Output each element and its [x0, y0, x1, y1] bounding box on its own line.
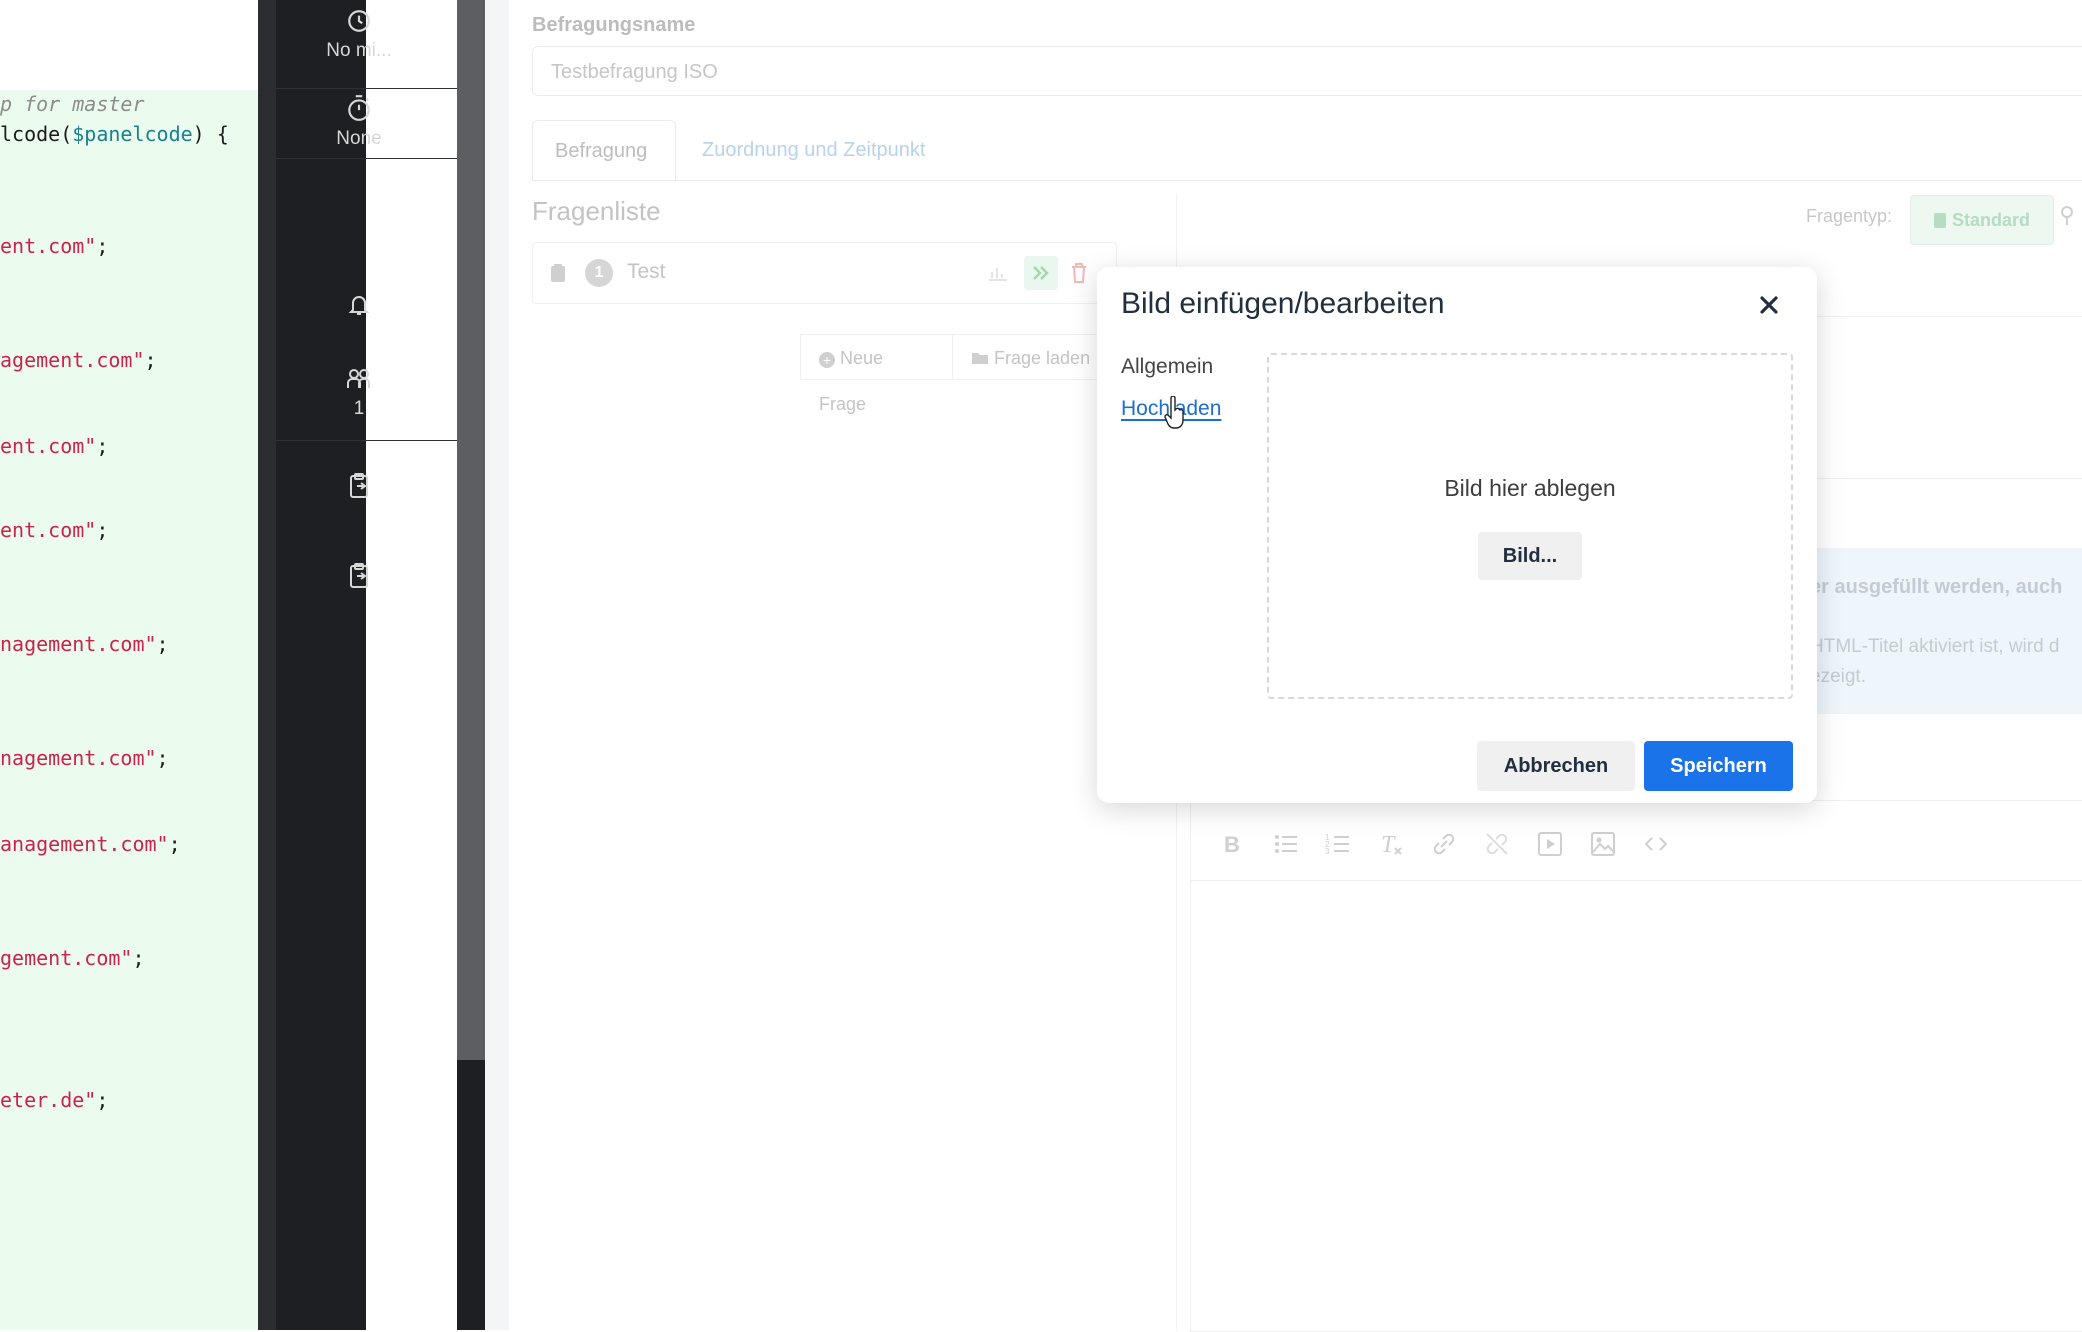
- double-chevron-right-icon: [1033, 266, 1049, 280]
- clock-icon: [348, 10, 370, 32]
- cancel-button[interactable]: Abbrechen: [1477, 741, 1635, 791]
- chart-icon[interactable]: [987, 264, 1009, 282]
- survey-name-input[interactable]: Testbefragung ISO: [532, 46, 2082, 96]
- clipboard-icon: [551, 264, 565, 282]
- clear-formatting-icon[interactable]: T: [1377, 830, 1405, 858]
- tab-befragung[interactable]: Befragung: [532, 120, 676, 180]
- stopwatch-button[interactable]: None: [276, 94, 442, 150]
- app-margin: [485, 0, 509, 1330]
- stopwatch-label: None: [336, 128, 382, 149]
- code-line: lcode($panelcode) {: [0, 122, 229, 146]
- tab-divider: [532, 180, 2082, 181]
- code-line: eter.de";: [0, 1088, 109, 1112]
- question-type-standard-button[interactable]: Standard: [1910, 195, 2054, 245]
- notifications-button[interactable]: [276, 292, 442, 324]
- info-alert-text: ezeigt.: [1810, 666, 1866, 687]
- code-line: gement.com";: [0, 946, 145, 970]
- users-count: 1: [353, 398, 365, 419]
- location-icon[interactable]: [2060, 205, 2074, 227]
- info-alert-text: HTML-Titel aktiviert ist, wird d: [1810, 636, 2060, 657]
- bullet-list-icon[interactable]: [1272, 830, 1300, 858]
- forward-button[interactable]: [1024, 256, 1058, 290]
- survey-name-label: Befragungsname: [532, 14, 696, 36]
- code-line: anagement.com";: [0, 832, 181, 856]
- sidebar-divider: [276, 88, 457, 89]
- sidebar-divider: [276, 158, 457, 159]
- image-icon[interactable]: [1589, 830, 1617, 858]
- code-line: ent.com";: [0, 434, 109, 458]
- bold-icon[interactable]: B: [1218, 830, 1246, 858]
- divider: [1800, 316, 2082, 317]
- svg-text:B: B: [1224, 832, 1240, 857]
- question-list-title: Fragenliste: [532, 196, 661, 226]
- load-question-label: Frage laden: [994, 348, 1091, 368]
- new-question-button[interactable]: + Neue Frage: [800, 334, 953, 414]
- load-question-button[interactable]: Frage laden: [953, 334, 1098, 380]
- svg-text:3: 3: [1325, 847, 1330, 856]
- image-dropzone[interactable]: Bild hier ablegen Bild...: [1267, 353, 1793, 699]
- users-button[interactable]: 1: [276, 366, 442, 420]
- clipboard-icon: [350, 473, 368, 498]
- code-line: agement.com";: [0, 348, 157, 372]
- source-code-icon[interactable]: [1642, 830, 1670, 858]
- bell-icon: [348, 296, 370, 315]
- svg-text:T: T: [1381, 832, 1396, 858]
- plus-circle-icon: +: [819, 352, 835, 368]
- question-title: Test: [627, 260, 666, 283]
- question-number-badge: 1: [585, 259, 613, 287]
- code-area[interactable]: [0, 90, 258, 1330]
- browse-image-button[interactable]: Bild...: [1478, 532, 1582, 580]
- close-button[interactable]: [1751, 287, 1787, 323]
- clipboard-button-2[interactable]: [276, 562, 442, 596]
- scrollbar-thumb[interactable]: [457, 0, 485, 1060]
- code-line: nagement.com";: [0, 632, 169, 656]
- dialog-title: Bild einfügen/bearbeiten: [1121, 287, 1445, 320]
- question-type-value: Standard: [1951, 210, 2030, 230]
- divider: [1800, 478, 2082, 479]
- unlink-icon[interactable]: [1483, 830, 1511, 858]
- code-editor[interactable]: [0, 0, 258, 1330]
- dropzone-text: Bild hier ablegen: [1444, 475, 1616, 501]
- users-icon: [347, 369, 370, 388]
- folder-icon: [972, 353, 988, 364]
- clipboard-button-1[interactable]: [276, 472, 442, 506]
- tab-zuordnung[interactable]: Zuordnung und Zeitpunkt: [680, 120, 948, 180]
- trash-icon[interactable]: [1069, 262, 1089, 284]
- close-icon: [1760, 296, 1778, 314]
- timer-button[interactable]: No mi...: [276, 8, 442, 62]
- image-dialog: Bild einfügen/bearbeiten Allgemein Hochl…: [1097, 267, 1817, 803]
- sidebar-gutter: [258, 0, 276, 1330]
- stopwatch-icon: [348, 95, 370, 121]
- save-button[interactable]: Speichern: [1644, 741, 1793, 791]
- code-line: nagement.com";: [0, 746, 169, 770]
- editor-toolbar-divider: [1190, 880, 2082, 881]
- numbered-list-icon[interactable]: 123: [1324, 830, 1352, 858]
- tab-general[interactable]: Allgemein: [1121, 355, 1213, 379]
- clipboard-icon: [1933, 213, 1946, 228]
- question-type-label: Fragentyp:: [1806, 206, 1893, 226]
- hand-cursor-icon: [1164, 396, 1184, 429]
- sidebar-divider: [276, 440, 457, 441]
- link-icon[interactable]: [1430, 830, 1458, 858]
- code-line: ent.com";: [0, 234, 109, 258]
- timer-label: No mi...: [326, 40, 392, 61]
- code-line: ent.com";: [0, 518, 109, 542]
- clipboard-icon: [350, 563, 368, 588]
- code-line: p for master: [0, 92, 145, 116]
- info-alert: [1800, 548, 2082, 714]
- media-icon[interactable]: [1536, 830, 1564, 858]
- info-alert-heading: er ausgefüllt werden, auch: [1810, 576, 2063, 598]
